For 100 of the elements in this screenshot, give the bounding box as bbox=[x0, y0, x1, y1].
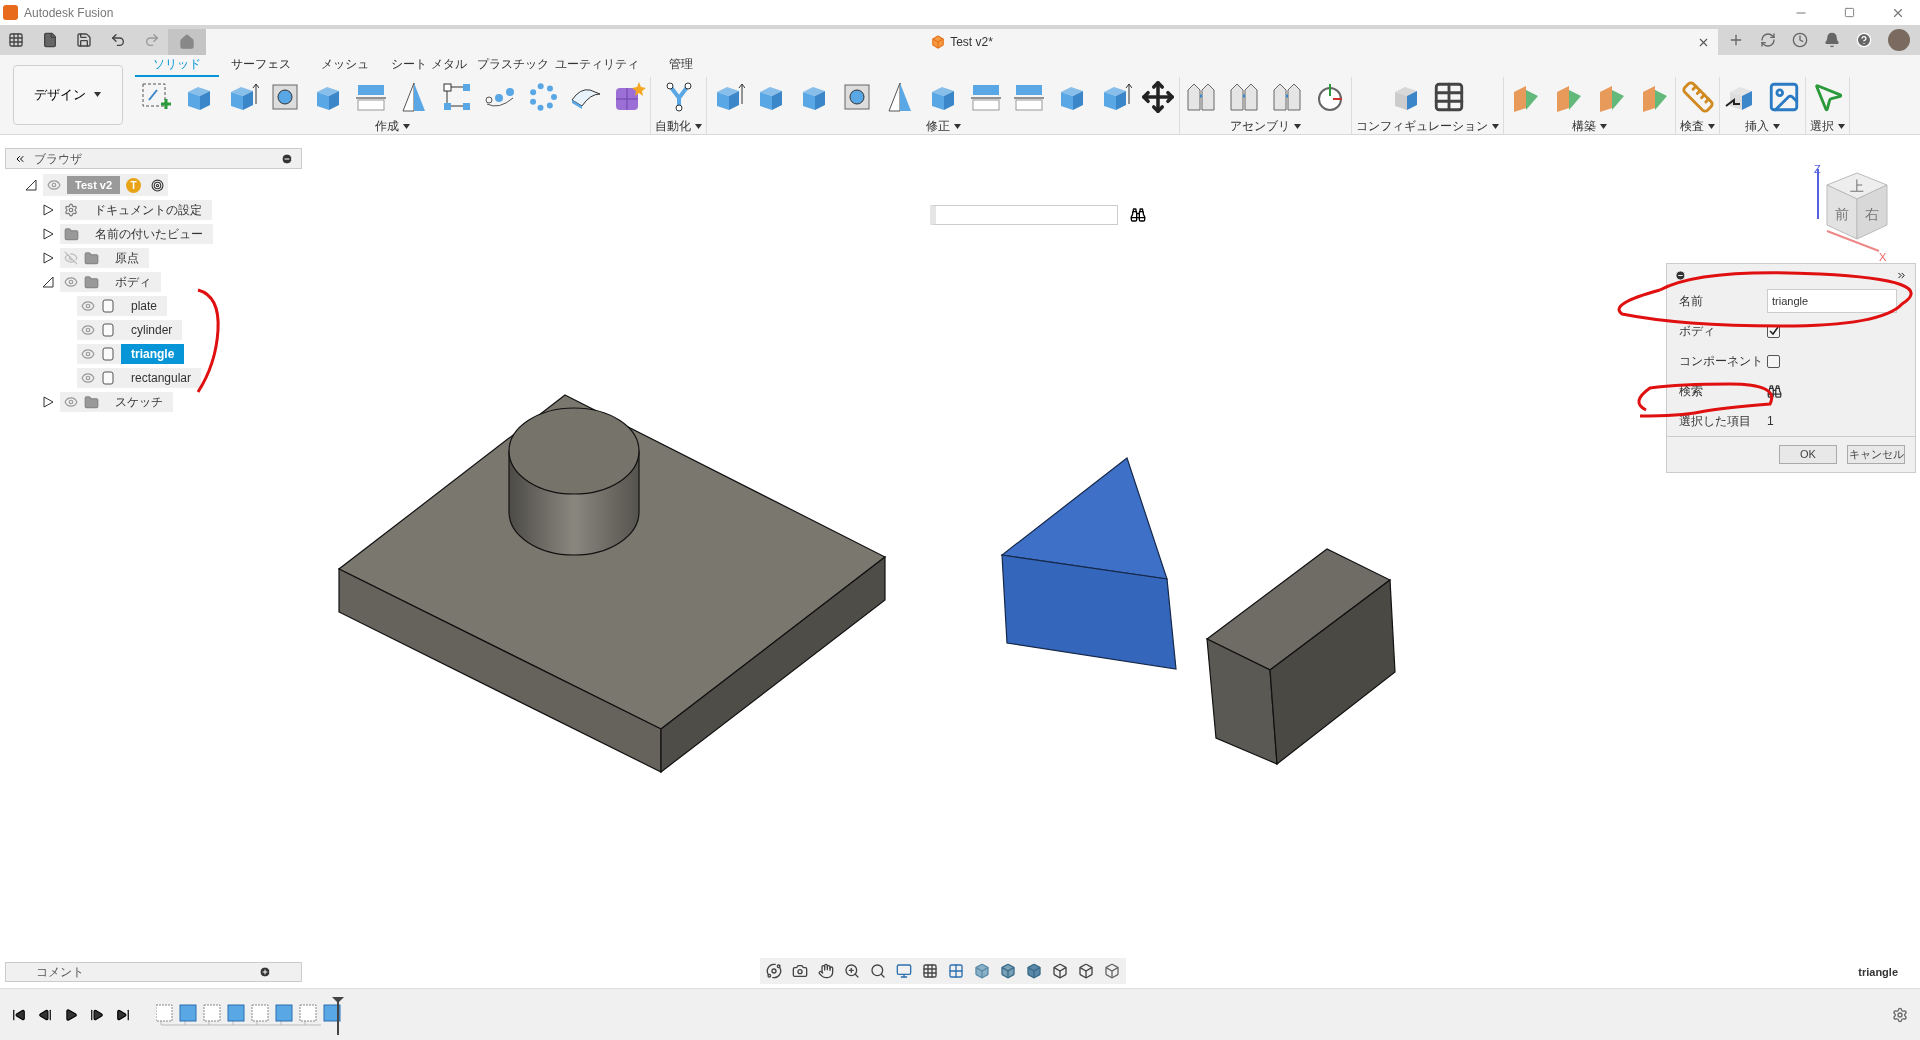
folder-icon bbox=[64, 226, 79, 242]
image-icon[interactable] bbox=[1767, 80, 1801, 114]
caret-icon bbox=[1708, 123, 1715, 129]
search-icon[interactable] bbox=[1767, 383, 1782, 399]
dialog-button[interactable]: OK bbox=[1779, 445, 1837, 464]
body-icon bbox=[101, 371, 115, 385]
check-icon bbox=[1768, 326, 1779, 336]
refresh-icon[interactable] bbox=[1760, 32, 1776, 48]
expand-triangle-icon[interactable] bbox=[42, 228, 54, 240]
settings-icon[interactable] bbox=[1892, 1006, 1908, 1023]
panel-menu[interactable]: アセンブリ bbox=[1230, 117, 1301, 135]
panel-menu[interactable]: 作成 bbox=[375, 117, 410, 135]
skip-end-icon[interactable] bbox=[116, 1007, 130, 1022]
folder-icon bbox=[84, 250, 99, 266]
panel-menu[interactable]: 挿入 bbox=[1745, 117, 1780, 135]
caret-icon bbox=[1294, 123, 1301, 129]
ribbon-tab[interactable]: サーフェス bbox=[219, 55, 303, 77]
body-icon bbox=[101, 299, 115, 313]
panel-menu[interactable]: 自動化 bbox=[655, 117, 702, 135]
camera-icon[interactable] bbox=[792, 963, 808, 979]
clock-icon[interactable] bbox=[1792, 32, 1808, 48]
restore-icon[interactable] bbox=[1844, 7, 1855, 18]
collapse-triangle-icon[interactable] bbox=[25, 179, 37, 191]
search-field[interactable] bbox=[930, 205, 1118, 225]
table-icon[interactable] bbox=[1432, 80, 1466, 114]
step-forward-icon[interactable] bbox=[90, 1007, 104, 1022]
display-icon[interactable] bbox=[896, 963, 912, 979]
wireframe-cube-icon[interactable] bbox=[1104, 963, 1120, 979]
document-tab[interactable]: Test v2* bbox=[206, 29, 1718, 55]
bell-icon[interactable] bbox=[1824, 32, 1840, 48]
caret-icon bbox=[403, 123, 410, 129]
step-back-icon[interactable] bbox=[38, 1007, 52, 1022]
minus-icon[interactable] bbox=[281, 152, 293, 165]
caret-icon bbox=[1492, 123, 1499, 129]
selected-count: 1 bbox=[1767, 413, 1774, 430]
panel-menu[interactable]: 構築 bbox=[1572, 117, 1607, 135]
viewports-icon[interactable] bbox=[948, 963, 964, 979]
dialog-button[interactable]: キャンセル bbox=[1847, 445, 1905, 464]
orbit-icon[interactable] bbox=[766, 963, 782, 979]
cube-icon[interactable] bbox=[974, 963, 990, 979]
ribbon-tab[interactable]: 管理 bbox=[639, 55, 723, 77]
panel-menu[interactable]: 検査 bbox=[1680, 117, 1715, 135]
cube-icon[interactable] bbox=[1000, 963, 1016, 979]
workspace-button[interactable]: デザイン bbox=[12, 64, 123, 125]
grid-icon[interactable] bbox=[922, 963, 938, 979]
play-icon[interactable] bbox=[64, 1007, 78, 1022]
ruler-icon[interactable] bbox=[1680, 80, 1715, 114]
window-title: Autodesk Fusion bbox=[24, 4, 115, 22]
new-tab-icon[interactable] bbox=[1728, 32, 1744, 48]
cube-icon bbox=[931, 35, 946, 49]
minus-icon[interactable] bbox=[1675, 269, 1686, 281]
move-icon[interactable] bbox=[1141, 80, 1175, 114]
caret-icon bbox=[953, 123, 961, 129]
ribbon-tab[interactable]: ユーティリティ bbox=[555, 55, 639, 77]
folder-icon bbox=[84, 394, 99, 410]
file-icon[interactable] bbox=[42, 32, 58, 48]
caret-icon bbox=[1773, 123, 1780, 129]
apps-grid-icon[interactable] bbox=[8, 32, 24, 48]
search-icon[interactable] bbox=[870, 963, 886, 979]
cube-icon[interactable] bbox=[1026, 963, 1042, 979]
caret-icon bbox=[1600, 123, 1607, 129]
app-logo-icon bbox=[3, 5, 18, 20]
panel-title: ブラウザ bbox=[34, 150, 83, 168]
pan-icon[interactable] bbox=[818, 963, 834, 979]
field-label: コンポーネント bbox=[1679, 353, 1764, 370]
checkbox[interactable] bbox=[1767, 354, 1780, 368]
expand-triangle-icon[interactable] bbox=[42, 396, 54, 408]
help-icon[interactable] bbox=[1856, 32, 1872, 48]
panel-menu[interactable]: 修正 bbox=[925, 117, 961, 135]
search-icon[interactable] bbox=[1130, 207, 1146, 223]
field-label: 検索 bbox=[1679, 383, 1704, 400]
field-label: ボディ bbox=[1679, 323, 1716, 340]
caret-icon bbox=[94, 92, 101, 97]
expand-triangle-icon[interactable] bbox=[42, 204, 54, 216]
wireframe-cube-icon[interactable] bbox=[1078, 963, 1094, 979]
save-icon[interactable] bbox=[76, 32, 92, 48]
target-icon[interactable] bbox=[151, 178, 165, 192]
ribbon-tab[interactable]: メッシュ bbox=[303, 55, 387, 77]
undo-icon[interactable] bbox=[110, 32, 126, 48]
wireframe-cube-icon[interactable] bbox=[1052, 963, 1068, 979]
folder-icon bbox=[84, 274, 99, 290]
zoom-icon[interactable] bbox=[844, 963, 860, 979]
panel-menu[interactable]: コンフィギュレーション bbox=[1356, 117, 1499, 135]
ribbon-tab[interactable]: プラスチック bbox=[471, 55, 555, 77]
user-badge: T bbox=[126, 177, 142, 193]
caret-icon bbox=[695, 123, 702, 129]
expand-triangle-icon[interactable] bbox=[42, 252, 54, 264]
status-text: triangle bbox=[1858, 964, 1898, 980]
field-label: 名前 bbox=[1679, 293, 1704, 310]
avatar[interactable] bbox=[1888, 29, 1910, 51]
name-field[interactable]: triangle bbox=[1767, 289, 1897, 313]
caret-icon bbox=[1838, 123, 1845, 129]
skip-start-icon[interactable] bbox=[12, 1007, 26, 1022]
panel-menu[interactable]: 選択 bbox=[1810, 117, 1845, 135]
field-label: 選択した項目 bbox=[1679, 413, 1752, 430]
gear-icon bbox=[64, 203, 78, 217]
collapse-triangle-icon[interactable] bbox=[42, 276, 54, 288]
panel-title: コメント bbox=[36, 964, 85, 981]
plus-icon[interactable] bbox=[259, 966, 271, 978]
ribbon-tab[interactable]: シート メタル bbox=[387, 55, 471, 77]
